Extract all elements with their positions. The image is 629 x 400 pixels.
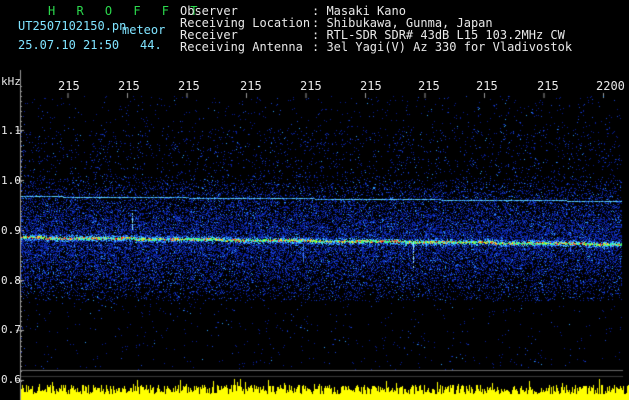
y-label: 0.8 — [1, 274, 21, 287]
filename: UT2507102150.pn — [18, 19, 127, 33]
time-tick-label: 215 — [58, 79, 80, 93]
y-label: 0.7 — [1, 323, 21, 336]
time-tick-label: 215 — [240, 79, 262, 93]
time-tick-label: 215 — [118, 79, 140, 93]
time-tick-label: 215 — [418, 79, 440, 93]
time-tick-label: 215 — [476, 79, 498, 93]
time-tick-label: 215 — [178, 79, 200, 93]
time-tick-label: 215 — [300, 79, 322, 93]
y-label: 0.6 — [1, 373, 21, 386]
mode-label: meteor — [122, 23, 166, 37]
y-unit-label: kHz — [1, 75, 21, 88]
y-label: 1.0 — [1, 174, 21, 187]
time-tick-label: 215 — [537, 79, 559, 93]
y-label: 1.1 — [1, 124, 21, 137]
time-tick-label: 2200 — [596, 79, 625, 93]
antenna-value: : 3el Yagi(V) Az 330 for Vladivostok — [312, 40, 573, 54]
antenna-label: Receiving Antenna — [180, 40, 303, 54]
time-tick-label: 215 — [360, 79, 382, 93]
datetime: 25.07.10 21:50 — [18, 38, 120, 52]
y-label: 0.9 — [1, 224, 21, 237]
count: 44. — [140, 38, 162, 52]
spectrogram — [0, 0, 629, 400]
